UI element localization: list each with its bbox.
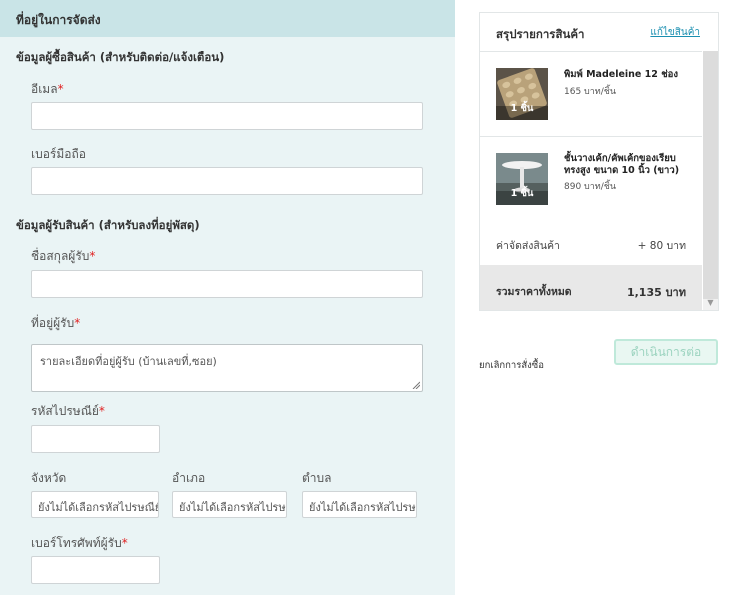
cancel-order-link[interactable]: ยกเลิกการสั่งซื้อ — [479, 358, 544, 373]
resize-grip-icon[interactable] — [412, 381, 420, 389]
shipping-fee-value: + 80 บาท — [637, 240, 686, 252]
subdistrict-select[interactable]: ยังไม่ได้เลือกรหัสไปรษณีย์ — [302, 491, 417, 518]
total-value: 1,135 บาท — [626, 286, 686, 299]
shipping-fee-row: ค่าจัดส่งสินค้า + 80 บาท — [480, 221, 702, 266]
phone-label: เบอร์โทรศัพท์ผู้รับ* — [31, 534, 128, 553]
form-header: ที่อยู่ในการจัดส่ง — [0, 0, 455, 37]
recipient-address-label: ที่อยู่ผู้รับ* — [31, 314, 80, 333]
mobile-input[interactable] — [31, 167, 423, 195]
postcode-input[interactable] — [31, 425, 160, 453]
required-mark: * — [74, 316, 81, 330]
cake-stand-thumbnail: 1 ชิ้น — [496, 153, 548, 205]
required-mark: * — [57, 82, 64, 96]
recipient-address-placeholder: รายละเอียดที่อยู่ผู้รับ (บ้านเลขที่,ซอย) — [40, 355, 217, 368]
item-qty-badge: 1 ชิ้น — [510, 188, 534, 199]
item-name: พิมพ์ Madeleine 12 ช่อง — [564, 69, 678, 80]
madeleine-mold-thumbnail: 1 ชิ้น — [496, 68, 548, 120]
item-name: ชั้นวางเค้ก/คัพเค้กของเรียบ ทรงสูง ขนาด … — [564, 153, 680, 176]
cart-item: 1 ชิ้น ชั้นวางเค้ก/คัพเค้กของเรียบ ทรงสู… — [480, 137, 702, 222]
recipient-section-title: ข้อมูลผู้รับสินค้า (สำหรับลงที่อยู่พัสดุ… — [16, 218, 200, 232]
district-select[interactable]: ยังไม่ได้เลือกรหัสไปรษณีย์ — [172, 491, 287, 518]
item-price: 165 บาท/ชิ้น — [564, 87, 617, 97]
province-select[interactable]: ยังไม่ได้เลือกรหัสไปรษณีย์ — [31, 491, 159, 518]
province-label: จังหวัด — [31, 471, 67, 485]
postcode-label-text: รหัสไปรษณีย์ — [31, 404, 99, 418]
summary-title: สรุปรายการสินค้า — [496, 27, 585, 41]
scroll-down-arrow-icon[interactable]: ▼ — [703, 296, 718, 310]
cart-item: 1 ชิ้น พิมพ์ Madeleine 12 ช่อง 165 บาท/ช… — [480, 52, 702, 137]
recipient-name-label-text: ชื่อสกุลผู้รับ — [31, 249, 90, 263]
recipient-name-input[interactable] — [31, 270, 423, 298]
recipient-name-label: ชื่อสกุลผู้รับ* — [31, 247, 95, 266]
required-mark: * — [89, 249, 96, 263]
shipping-form-panel: ที่อยู่ในการจัดส่ง ข้อมูลผู้ซื้อสินค้า (… — [0, 0, 455, 595]
total-row: รวมราคาทั้งหมด 1,135 บาท — [480, 265, 702, 310]
buyer-section-title: ข้อมูลผู้ซื้อสินค้า (สำหรับติดต่อ/แจ้งเต… — [16, 50, 225, 64]
item-price: 890 บาท/ชิ้น — [564, 182, 617, 192]
shipping-fee-label: ค่าจัดส่งสินค้า — [496, 240, 560, 252]
summary-scrollbar-thumb[interactable] — [703, 51, 718, 299]
item-qty-badge: 1 ชิ้น — [510, 103, 534, 114]
edit-items-link[interactable]: แก้ไขสินค้า — [650, 25, 700, 40]
phone-input[interactable] — [31, 556, 160, 584]
email-label: อีเมล* — [31, 80, 64, 99]
order-summary-panel: สรุปรายการสินค้า แก้ไขสินค้า 1 ชิ้น พิมพ… — [479, 12, 719, 311]
required-mark: * — [121, 536, 128, 550]
email-label-text: อีเมล — [31, 82, 58, 96]
required-mark: * — [98, 404, 105, 418]
district-label: อำเภอ — [172, 471, 206, 485]
recipient-address-label-text: ที่อยู่ผู้รับ — [31, 316, 75, 330]
summary-header: สรุปรายการสินค้า แก้ไขสินค้า — [480, 13, 702, 52]
phone-label-text: เบอร์โทรศัพท์ผู้รับ — [31, 536, 122, 550]
form-header-title: ที่อยู่ในการจัดส่ง — [16, 13, 101, 27]
recipient-address-textarea[interactable]: รายละเอียดที่อยู่ผู้รับ (บ้านเลขที่,ซอย) — [31, 344, 423, 392]
proceed-button[interactable]: ดำเนินการต่อ — [614, 339, 718, 365]
total-label: รวมราคาทั้งหมด — [496, 286, 572, 298]
postcode-label: รหัสไปรษณีย์* — [31, 402, 105, 421]
subdistrict-label: ตำบล — [302, 471, 332, 485]
mobile-label: เบอร์มือถือ — [31, 147, 86, 161]
email-input[interactable] — [31, 102, 423, 130]
